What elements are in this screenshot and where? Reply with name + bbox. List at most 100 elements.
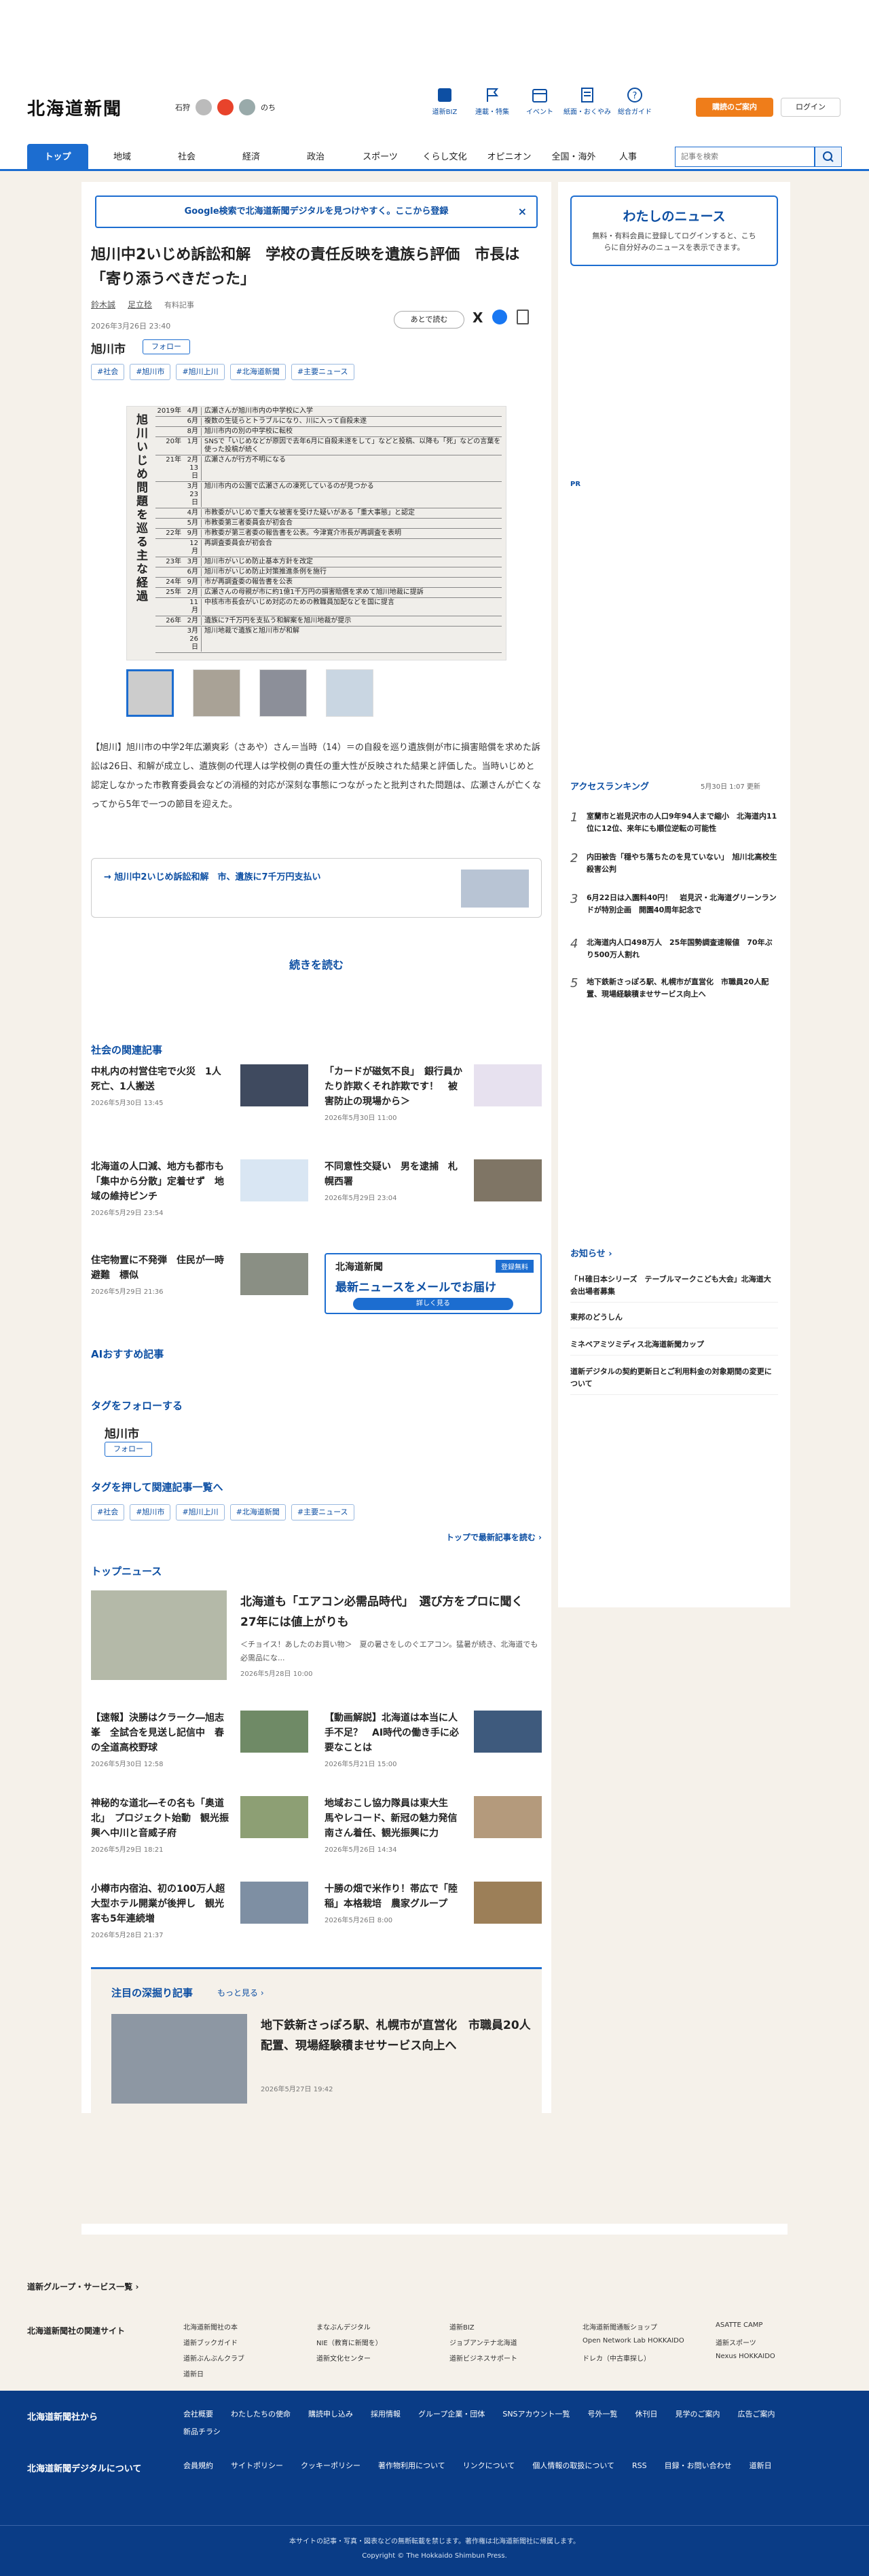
related-site-link[interactable]: 道新日	[183, 2368, 316, 2378]
related-site-link[interactable]: 道新文化センター	[316, 2353, 449, 2363]
read-more-button[interactable]: 続きを読む	[81, 956, 551, 972]
search-button[interactable]	[815, 147, 842, 167]
top-news-card[interactable]: 十勝の畑で米作り！帯広で「陸稲」本格栽培 農家グループ 2026年5月26日 8:…	[325, 1882, 542, 1924]
related-card[interactable]: 住宅物置に不発弾 住民が一時避難 標似 2026年5月29日 21:36	[91, 1253, 308, 1296]
nav-series[interactable]: 連載・特集	[468, 87, 516, 116]
related-card[interactable]: 北海道の人口減、地方も都市も「集中から分散」定着せず 地域の維持ピンチ 2026年…	[91, 1159, 308, 1217]
footer-link[interactable]: 会社概要	[183, 2410, 213, 2419]
follow-button[interactable]: フォロー	[143, 339, 190, 354]
my-news-box[interactable]: わたしのニュース 無料・有料会員に登録してログインすると、こちらに自分好みのニュ…	[570, 195, 778, 266]
related-site-link[interactable]: 道新スポーツ	[716, 2337, 849, 2347]
footer-link[interactable]: 目録・お問い合わせ	[665, 2461, 732, 2470]
notice-item[interactable]: 「Ｈ碓日本シリーズ テーブルマークこども大会」北海道大会出場者募集	[570, 1273, 778, 1303]
tab-culture[interactable]: くらし文化	[414, 144, 475, 171]
footer-link[interactable]: 会員規約	[183, 2461, 213, 2470]
ranking-item[interactable]: 3 6月22日は入園料40円！ 岩見沢・北海道グリーンランドが特別企画 開園40周…	[570, 892, 778, 916]
deep-dive-title[interactable]: 地下鉄新さっぽろ駅、札幌市が直営化 市職員20人配置、現場経験積ませサービス向上…	[261, 2015, 532, 2056]
tab-society[interactable]: 社会	[156, 144, 217, 171]
tab-opinion[interactable]: オピニオン	[479, 144, 540, 171]
facebook-share-icon[interactable]	[492, 310, 508, 324]
top-news-card[interactable]: 小樽市内宿泊、初の100万人超 大型ホテル開業が後押し 観光客も5年連続増 202…	[91, 1882, 308, 1939]
read-later-button[interactable]: あとで読む	[394, 311, 464, 329]
author-link[interactable]: 鈴木誠	[91, 299, 115, 310]
nav-biz[interactable]: 道新BIZ	[421, 87, 468, 116]
mail-newsletter-banner[interactable]: 北海道新聞 登録無料 最新ニュースをメールでお届け 詳しく見る	[325, 1253, 542, 1314]
tag-chip[interactable]: #旭川市	[130, 1504, 171, 1520]
tab-top[interactable]: トップ	[27, 144, 88, 171]
footer-link[interactable]: クッキーポリシー	[301, 2461, 360, 2470]
google-banner[interactable]: Google検索で北海道新聞デジタルを見つけやすく。ここから登録 ×	[95, 195, 538, 228]
search-input[interactable]	[675, 147, 815, 167]
related-card[interactable]: 中札内の村営住宅で火災 1人死亡、1人搬送 2026年5月30日 13:45	[91, 1064, 308, 1107]
article-photo-timeline[interactable]: 旭川いじめ問題を巡る主な経過 2019年 4月 広瀬さんが旭川市内の中学校に入学 6月…	[126, 406, 506, 660]
follow-button[interactable]: フォロー	[105, 1442, 152, 1457]
nav-guide[interactable]: ? 総合ガイド	[611, 87, 659, 116]
site-logo[interactable]: 北海道新聞	[27, 95, 122, 120]
thumbnail[interactable]	[126, 669, 174, 717]
related-site-link[interactable]: 道新ビジネスサポート	[449, 2353, 583, 2363]
footer-link[interactable]: SNSアカウント一覧	[502, 2410, 570, 2419]
group-services-link[interactable]: 道新グループ・サービス一覧 ›	[27, 2281, 138, 2292]
related-card[interactable]: 不同意性交疑い 男を逮捕 札幌西署 2026年5月29日 23:04	[325, 1159, 542, 1202]
x-share-icon[interactable]: X	[473, 310, 483, 326]
ranking-item[interactable]: 4 北海道内人口498万人 25年国勢調査速報値 70年ぶり500万人割れ	[570, 937, 778, 961]
related-site-link[interactable]: 道新ぶんぶんクラブ	[183, 2353, 316, 2363]
top-news-card[interactable]: 地域おこし協力隊員は東大生 馬やレコード、新冠の魅力発信 南さん着任、観光振興に…	[325, 1796, 542, 1854]
footer-link[interactable]: わたしたちの使命	[231, 2410, 291, 2419]
footer-link[interactable]: RSS	[632, 2461, 647, 2470]
footer-link[interactable]: リンクについて	[463, 2461, 515, 2470]
top-news-card[interactable]: 神秘的な道北―その名も「奥道北」 プロジェクト始動 観光振興へ中川と音威子府 20…	[91, 1796, 308, 1854]
ranking-item[interactable]: 1 室蘭市と岩見沢市の人口9年94人まで縮小 北海道内11位に12位、来年にも順位…	[570, 810, 778, 835]
weather-widget[interactable]: 石狩 のち	[175, 99, 276, 115]
related-article-link[interactable]: → 旭川中2いじめ訴訟和解 市、遺族に7千万円支払い	[91, 858, 542, 918]
related-site-link[interactable]: ジョブアンテナ北海道	[449, 2337, 583, 2347]
ranking-item[interactable]: 2 内田被告「穏やち落ちたのを見ていない」 旭川北高校生殺害公判	[570, 851, 778, 876]
related-site-link[interactable]: NIE（教育に新聞を）	[316, 2337, 449, 2347]
tag-chip[interactable]: #旭川上川	[176, 1504, 225, 1520]
related-site-link[interactable]: ドレカ（中古車探し）	[583, 2353, 716, 2363]
related-site-link[interactable]: 北海道新聞社の本	[183, 2321, 316, 2332]
tag-chip[interactable]: #北海道新聞	[229, 364, 286, 380]
related-site-link[interactable]: 道新ブックガイド	[183, 2337, 316, 2347]
footer-link[interactable]: 道新日	[750, 2461, 772, 2470]
footer-link[interactable]: 休刊日	[635, 2410, 658, 2419]
footer-link[interactable]: 号外一覧	[588, 2410, 618, 2419]
tag-chip[interactable]: #主要ニュース	[291, 1504, 354, 1520]
notice-item[interactable]: 道新デジタルの契約更新日とご利用料金の対象期間の変更について	[570, 1366, 778, 1395]
nav-event[interactable]: イベント	[516, 87, 563, 116]
footer-link[interactable]: 著作物利用について	[378, 2461, 445, 2470]
tag-chip[interactable]: #北海道新聞	[229, 1504, 286, 1520]
thumbnail[interactable]	[259, 669, 307, 717]
author-link[interactable]: 足立稔	[128, 299, 152, 310]
footer-link[interactable]: 見学のご案内	[676, 2410, 720, 2419]
thumbnail[interactable]	[193, 669, 240, 717]
mail-banner-cta[interactable]: 詳しく見る	[353, 1298, 513, 1310]
subscribe-button[interactable]: 購読のご案内	[696, 98, 773, 117]
footer-link[interactable]: 個人情報の取扱について	[532, 2461, 614, 2470]
footer-link[interactable]: 購読申し込み	[308, 2410, 353, 2419]
tab-world[interactable]: 全国・海外	[543, 144, 604, 171]
ranking-item[interactable]: 5 地下鉄新さっぽろ駅、札幌市が直営化 市職員20人配置、現場経験積ませサービス向…	[570, 976, 778, 1001]
tab-personnel[interactable]: 人事	[608, 144, 648, 171]
tag-chip[interactable]: #旭川上川	[176, 364, 225, 380]
deep-dive-image[interactable]	[111, 2014, 247, 2104]
tag-chip[interactable]: #社会	[91, 364, 125, 380]
tag-chip[interactable]: #主要ニュース	[291, 364, 354, 380]
tab-sports[interactable]: スポーツ	[350, 144, 411, 171]
tab-politics[interactable]: 政治	[285, 144, 346, 171]
related-site-link[interactable]: 北海道新聞通販ショップ	[583, 2321, 716, 2332]
related-card[interactable]: 「カードが磁気不良」 銀行員かたり詐欺くそれ詐欺です！ 被害防止の現場から＞ 20…	[325, 1064, 542, 1122]
close-icon[interactable]: ×	[518, 197, 527, 227]
login-button[interactable]: ログイン	[781, 98, 840, 117]
tag-chip[interactable]: #旭川市	[130, 364, 171, 380]
notice-item[interactable]: 東邦のどうしん	[570, 1311, 778, 1328]
tag-chip[interactable]: #社会	[91, 1504, 125, 1520]
share-icon[interactable]	[517, 310, 530, 324]
related-site-link[interactable]: Open Network Lab HOKKAIDO	[583, 2337, 716, 2347]
notice-item[interactable]: ミネベアミツミディス北海道新聞カップ	[570, 1339, 778, 1356]
footer-link[interactable]: グループ企業・団体	[418, 2410, 485, 2419]
top-news-card[interactable]: 【速報】決勝はクラーク―旭志峯 全試合を見送し記信中 春の全道高校野球 2026年…	[91, 1711, 308, 1768]
related-site-link[interactable]: まなぶんデジタル	[316, 2321, 449, 2332]
nav-paper[interactable]: 紙面・おくやみ	[563, 87, 611, 116]
related-site-link[interactable]: 道新BIZ	[449, 2321, 583, 2332]
